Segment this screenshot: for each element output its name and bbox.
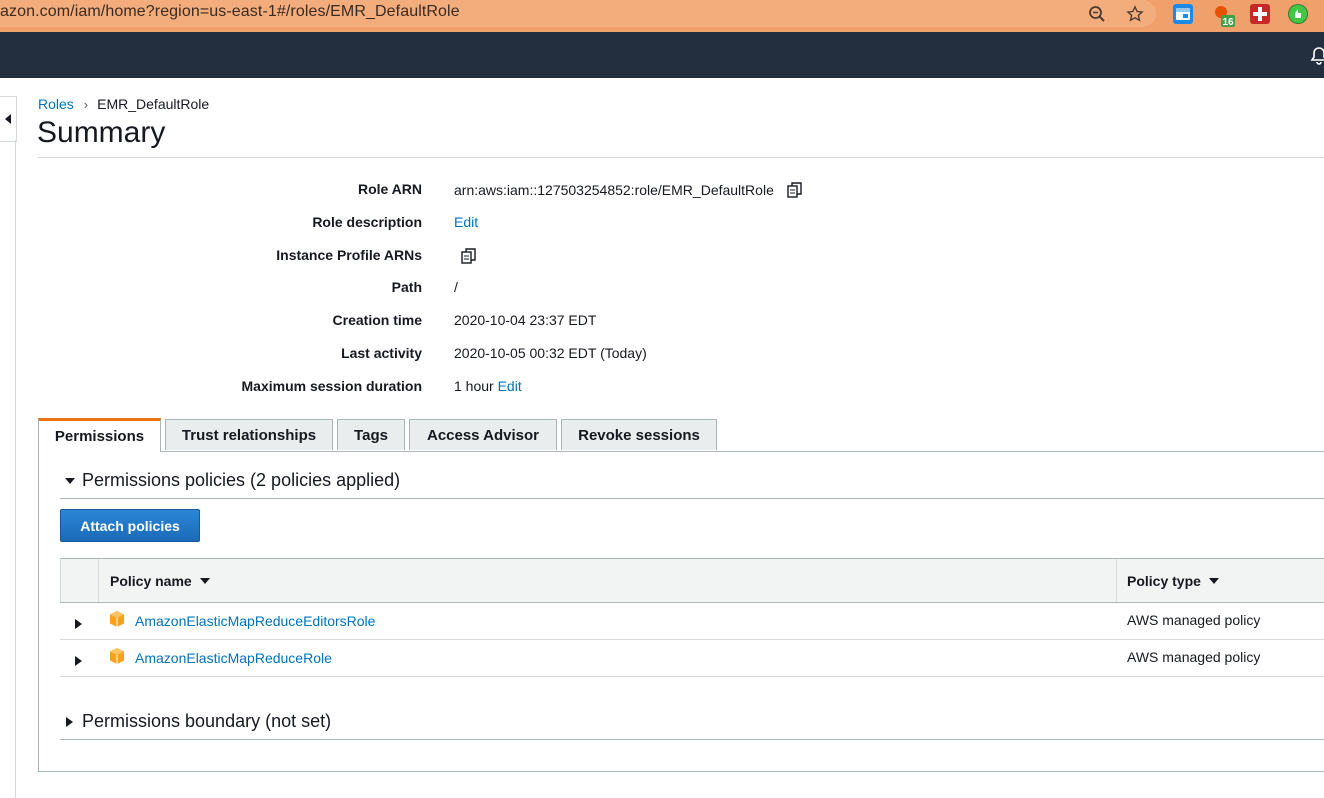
path-value: /: [454, 279, 458, 295]
role-arn-label: Role ARN: [357, 181, 422, 197]
path-label: Path: [391, 279, 422, 295]
zoom-icon[interactable]: [1086, 3, 1108, 25]
managed-policy-cube-icon: [108, 647, 126, 668]
max-session-label: Maximum session duration: [241, 378, 422, 394]
notifications-bell-icon[interactable]: [1310, 46, 1324, 71]
permissions-policies-title: Permissions policies (2 policies applied…: [82, 470, 401, 490]
extension-badge-count: 16: [1222, 17, 1234, 28]
sort-down-icon: [1208, 577, 1219, 584]
policy-type-header-label: Policy type: [1127, 572, 1201, 589]
table-header: Policy name Policy type: [60, 558, 1324, 603]
column-header-policy-name[interactable]: Policy name: [110, 559, 210, 602]
permissions-boundary-title: Permissions boundary (not set): [82, 711, 332, 731]
column-header-policy-type[interactable]: Policy type: [1127, 559, 1219, 602]
copy-instance-profile-icon[interactable]: [460, 247, 478, 268]
table-row[interactable]: AmazonElasticMapReduceRole AWS managed p…: [60, 640, 1324, 677]
extension-cross-icon[interactable]: [1250, 4, 1270, 24]
tab-revoke-sessions[interactable]: Revoke sessions: [561, 419, 717, 450]
managed-policy-cube-icon: [108, 610, 126, 631]
creation-time-label: Creation time: [332, 312, 422, 328]
policy-name-link[interactable]: AmazonElasticMapReduceEditorsRole: [135, 613, 375, 629]
policy-name-header-label: Policy name: [110, 572, 192, 589]
summary-row-max-session: Maximum session duration 1 hour Edit: [38, 378, 1238, 398]
column-divider: [1116, 559, 1117, 602]
extension-window-icon[interactable]: [1173, 4, 1193, 24]
sidebar-toggle-button[interactable]: [0, 96, 17, 142]
breadcrumb-roles-link[interactable]: Roles: [38, 96, 74, 112]
summary-row-last-activity: Last activity 2020-10-05 00:32 EDT (Toda…: [38, 345, 1238, 365]
permissions-policies-toggle[interactable]: Permissions policies (2 policies applied…: [64, 470, 400, 491]
policy-name-link[interactable]: AmazonElasticMapReduceRole: [135, 650, 332, 666]
extension-badge-icon[interactable]: 16: [1213, 4, 1235, 28]
title-divider: [38, 157, 1324, 158]
summary-row-instance-profile: Instance Profile ARNs: [38, 247, 1238, 267]
edit-description-link[interactable]: Edit: [454, 214, 478, 230]
address-bar[interactable]: azon.com/iam/home?region=us-east-1#/role…: [0, 0, 1156, 27]
attach-policies-button[interactable]: Attach policies: [60, 509, 200, 542]
extension-green-icon[interactable]: [1288, 4, 1308, 24]
table-row[interactable]: AmazonElasticMapReduceEditorsRole AWS ma…: [60, 603, 1324, 640]
browser-toolbar: azon.com/iam/home?region=us-east-1#/role…: [0, 0, 1324, 32]
summary-row-role-arn: Role ARN arn:aws:iam::127503254852:role/…: [38, 181, 1238, 201]
caret-right-icon: [66, 717, 73, 728]
section-divider: [60, 739, 1324, 740]
section-divider: [60, 498, 1324, 499]
breadcrumb-separator: ›: [83, 97, 89, 112]
breadcrumb: Roles › EMR_DefaultRole: [38, 96, 209, 112]
address-bar-url[interactable]: azon.com/iam/home?region=us-east-1#/role…: [0, 3, 460, 21]
role-arn-value: arn:aws:iam::127503254852:role/EMR_Defau…: [454, 182, 774, 199]
policy-type-value: AWS managed policy: [1127, 612, 1261, 628]
role-description-label: Role description: [312, 214, 422, 230]
column-divider: [98, 559, 99, 602]
caret-right-icon[interactable]: [75, 653, 82, 669]
max-session-value: 1 hour: [454, 378, 494, 394]
instance-profile-label: Instance Profile ARNs: [276, 247, 422, 263]
summary-row-role-description: Role description Edit: [38, 214, 1238, 234]
caret-down-icon: [65, 478, 75, 485]
sidebar-divider: [15, 140, 16, 798]
summary-row-creation-time: Creation time 2020-10-04 23:37 EDT: [38, 312, 1238, 332]
permissions-boundary-toggle[interactable]: Permissions boundary (not set): [66, 711, 331, 732]
tab-tags[interactable]: Tags: [337, 419, 405, 450]
caret-left-icon: [5, 114, 11, 124]
last-activity-label: Last activity: [341, 345, 422, 361]
edit-session-duration-link[interactable]: Edit: [498, 378, 522, 394]
tab-permissions[interactable]: Permissions: [38, 418, 161, 452]
policy-type-value: AWS managed policy: [1127, 649, 1261, 665]
caret-right-icon[interactable]: [75, 616, 82, 632]
creation-time-value: 2020-10-04 23:37 EDT: [454, 312, 597, 328]
copy-arn-icon[interactable]: [786, 181, 804, 202]
aws-console-navbar: [0, 32, 1324, 78]
tab-access-advisor[interactable]: Access Advisor: [409, 419, 557, 450]
last-activity-value: 2020-10-05 00:32 EDT (Today): [454, 345, 647, 361]
breadcrumb-current: EMR_DefaultRole: [97, 96, 210, 112]
summary-row-path: Path /: [38, 279, 1238, 299]
page-title: Summary: [37, 116, 166, 149]
tab-trust-relationships[interactable]: Trust relationships: [165, 419, 333, 450]
bookmark-star-icon[interactable]: [1124, 3, 1146, 25]
sort-down-icon: [199, 577, 210, 584]
